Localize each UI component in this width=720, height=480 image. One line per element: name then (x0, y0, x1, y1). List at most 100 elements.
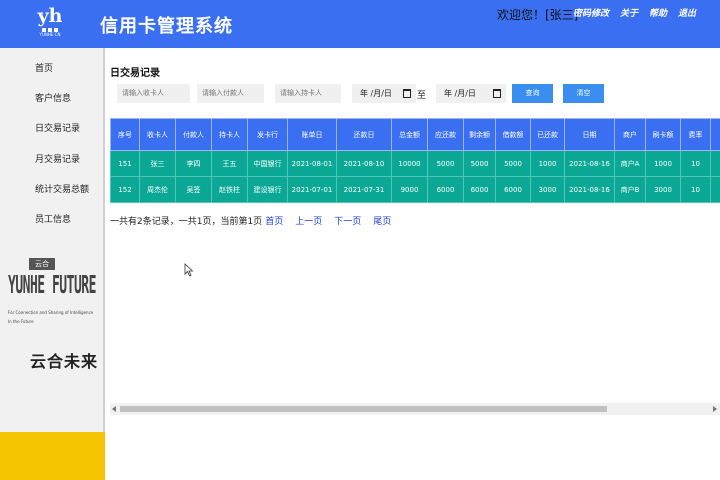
clear-button[interactable]: 清空 (563, 84, 604, 103)
col-header-bill-date: 账单日 (287, 118, 337, 151)
transactions-table: 序号 收卡人 付款人 持卡人 发卡行 账单日 还款日 总金额 应还款 剩余额 借… (110, 118, 720, 203)
change-password-link[interactable]: 密码修改 (573, 6, 609, 19)
table-cell: 李四 (175, 150, 212, 177)
query-button[interactable]: 查询 (512, 84, 553, 103)
logo-subtext: YUNHE CN (39, 32, 61, 37)
table-cell: 2021-08-16 (564, 150, 615, 177)
table-cell: 10000 (391, 150, 428, 177)
horizontal-scrollbar[interactable] (110, 403, 720, 415)
help-link[interactable]: 帮助 (649, 6, 667, 19)
table-cell: 151 (110, 150, 140, 177)
col-header-payer: 付款人 (175, 118, 212, 151)
col-header-extra (710, 118, 720, 151)
about-link[interactable]: 关于 (620, 6, 638, 19)
sidebar-item-transaction-totals[interactable]: 统计交易总额 (35, 182, 89, 195)
table-cell: 10 (680, 150, 711, 177)
table-cell: 2021-08-01 (287, 150, 337, 177)
col-header-remaining: 剩余额 (463, 118, 496, 151)
brand-description-line2: In the Future (8, 319, 34, 324)
table-cell: 5000 (495, 150, 531, 177)
table-cell: 5000 (463, 150, 496, 177)
sidebar-item-customers[interactable]: 客户信息 (35, 91, 71, 104)
welcome-text: 欢迎您！[张三] (497, 8, 579, 22)
last-page-link[interactable]: 尾页 (373, 214, 391, 227)
transactions-table-container: 序号 收卡人 付款人 持卡人 发卡行 账单日 还款日 总金额 应还款 剩余额 借… (110, 118, 720, 208)
sidebar-footer-bar (0, 432, 105, 480)
table-cell: 吴签 (175, 176, 212, 203)
pagination: 一共有2条记录，一共1页，当前第1页 首页 上一页 下一页 尾页 (110, 214, 391, 227)
scroll-left-arrow-icon[interactable] (112, 406, 116, 412)
logo-text: yh (37, 5, 63, 27)
col-header-issuing-bank: 发卡行 (247, 118, 288, 151)
cardholder-input[interactable] (275, 84, 341, 103)
table-cell (710, 150, 720, 177)
brand-description-line1: For Connection and Sharing of Intelligen… (8, 310, 94, 315)
table-cell: 商户A (614, 150, 646, 177)
table-cell: 3000 (645, 176, 681, 203)
col-header-borrowed: 借款额 (495, 118, 531, 151)
table-cell: 周杰伦 (139, 176, 176, 203)
table-cell: 6000 (463, 176, 496, 203)
table-cell: 10 (680, 176, 711, 203)
sidebar-item-daily-transactions[interactable]: 日交易记录 (35, 121, 80, 134)
table-cell: 6000 (495, 176, 531, 203)
col-header-id: 序号 (110, 118, 140, 151)
date-from-picker[interactable]: 年 /月/日 (352, 84, 416, 103)
mouse-cursor-icon (184, 263, 194, 277)
table-cell: 2021-08-10 (336, 150, 392, 177)
table-header-row: 序号 收卡人 付款人 持卡人 发卡行 账单日 还款日 总金额 应还款 剩余额 借… (110, 118, 720, 151)
table-cell: 商户B (614, 176, 646, 203)
table-cell: 2021-08-16 (564, 176, 615, 203)
sidebar-item-monthly-transactions[interactable]: 月交易记录 (35, 152, 80, 165)
logo: yh YUNHE CN (28, 5, 72, 47)
first-page-link[interactable]: 首页 (265, 214, 283, 227)
brand-tag: 云合 (29, 258, 55, 270)
col-header-due-date: 还款日 (336, 118, 392, 151)
col-header-total: 总金额 (391, 118, 428, 151)
sidebar-item-home[interactable]: 首页 (35, 61, 53, 74)
col-header-swipe-amount: 刷卡额 (645, 118, 681, 151)
table-cell: 5000 (427, 150, 464, 177)
table-row[interactable]: 152 周杰伦 吴签 赵铁柱 建设银行 2021-07-01 2021-07-3… (110, 176, 720, 203)
card-receiver-input[interactable] (117, 84, 190, 103)
pagination-summary: 一共有2条记录，一共1页，当前第1页 (110, 217, 263, 227)
system-title: 信用卡管理系统 (100, 16, 233, 37)
col-header-merchant: 商户 (614, 118, 646, 151)
next-page-link[interactable]: 下一页 (334, 214, 361, 227)
prev-page-link[interactable]: 上一页 (295, 214, 322, 227)
table-cell (710, 176, 720, 203)
brand-name: YUNHE FUTURE (8, 272, 96, 301)
date-to-value: 年 /月/日 (444, 89, 476, 98)
page-title: 日交易记录 (110, 68, 160, 79)
brand-description: For Connection and Sharing of Intelligen… (8, 308, 98, 326)
col-header-date: 日期 (564, 118, 615, 151)
app-header: yh YUNHE CN 信用卡管理系统 欢迎您！[张三] 密码修改 关于 帮助 … (0, 0, 720, 48)
scroll-right-arrow-icon[interactable] (713, 406, 717, 412)
date-to-picker[interactable]: 年 /月/日 (436, 84, 506, 103)
table-cell: 中国银行 (247, 150, 288, 177)
calendar-icon[interactable] (403, 89, 411, 98)
brand-chinese-name: 云合未来 (30, 352, 99, 371)
table-row[interactable]: 151 张三 李四 王五 中国银行 2021-08-01 2021-08-10 … (110, 150, 720, 177)
col-header-cardholder: 持卡人 (211, 118, 248, 151)
table-cell: 1000 (645, 150, 681, 177)
sidebar: 首页 客户信息 日交易记录 月交易记录 统计交易总额 员工信息 云合 YUNHE… (0, 48, 105, 480)
logout-link[interactable]: 退出 (678, 6, 696, 19)
payer-input[interactable] (197, 84, 264, 103)
table-cell: 3000 (530, 176, 565, 203)
calendar-icon[interactable] (493, 89, 501, 98)
table-cell: 1000 (530, 150, 565, 177)
col-header-rate: 费率 (680, 118, 711, 151)
scrollbar-thumb[interactable] (120, 406, 607, 412)
table-cell: 王五 (211, 150, 248, 177)
table-cell: 2021-07-01 (287, 176, 337, 203)
sidebar-item-employees[interactable]: 员工信息 (35, 212, 71, 225)
table-cell: 9000 (391, 176, 428, 203)
top-links: 密码修改 关于 帮助 退出 (573, 6, 696, 19)
date-from-value: 年 /月/日 (360, 89, 392, 98)
table-cell: 2021-07-31 (336, 176, 392, 203)
date-range-to-label: 至 (417, 91, 427, 101)
table-cell: 张三 (139, 150, 176, 177)
col-header-repaid: 已还款 (530, 118, 565, 151)
table-cell: 赵铁柱 (211, 176, 248, 203)
